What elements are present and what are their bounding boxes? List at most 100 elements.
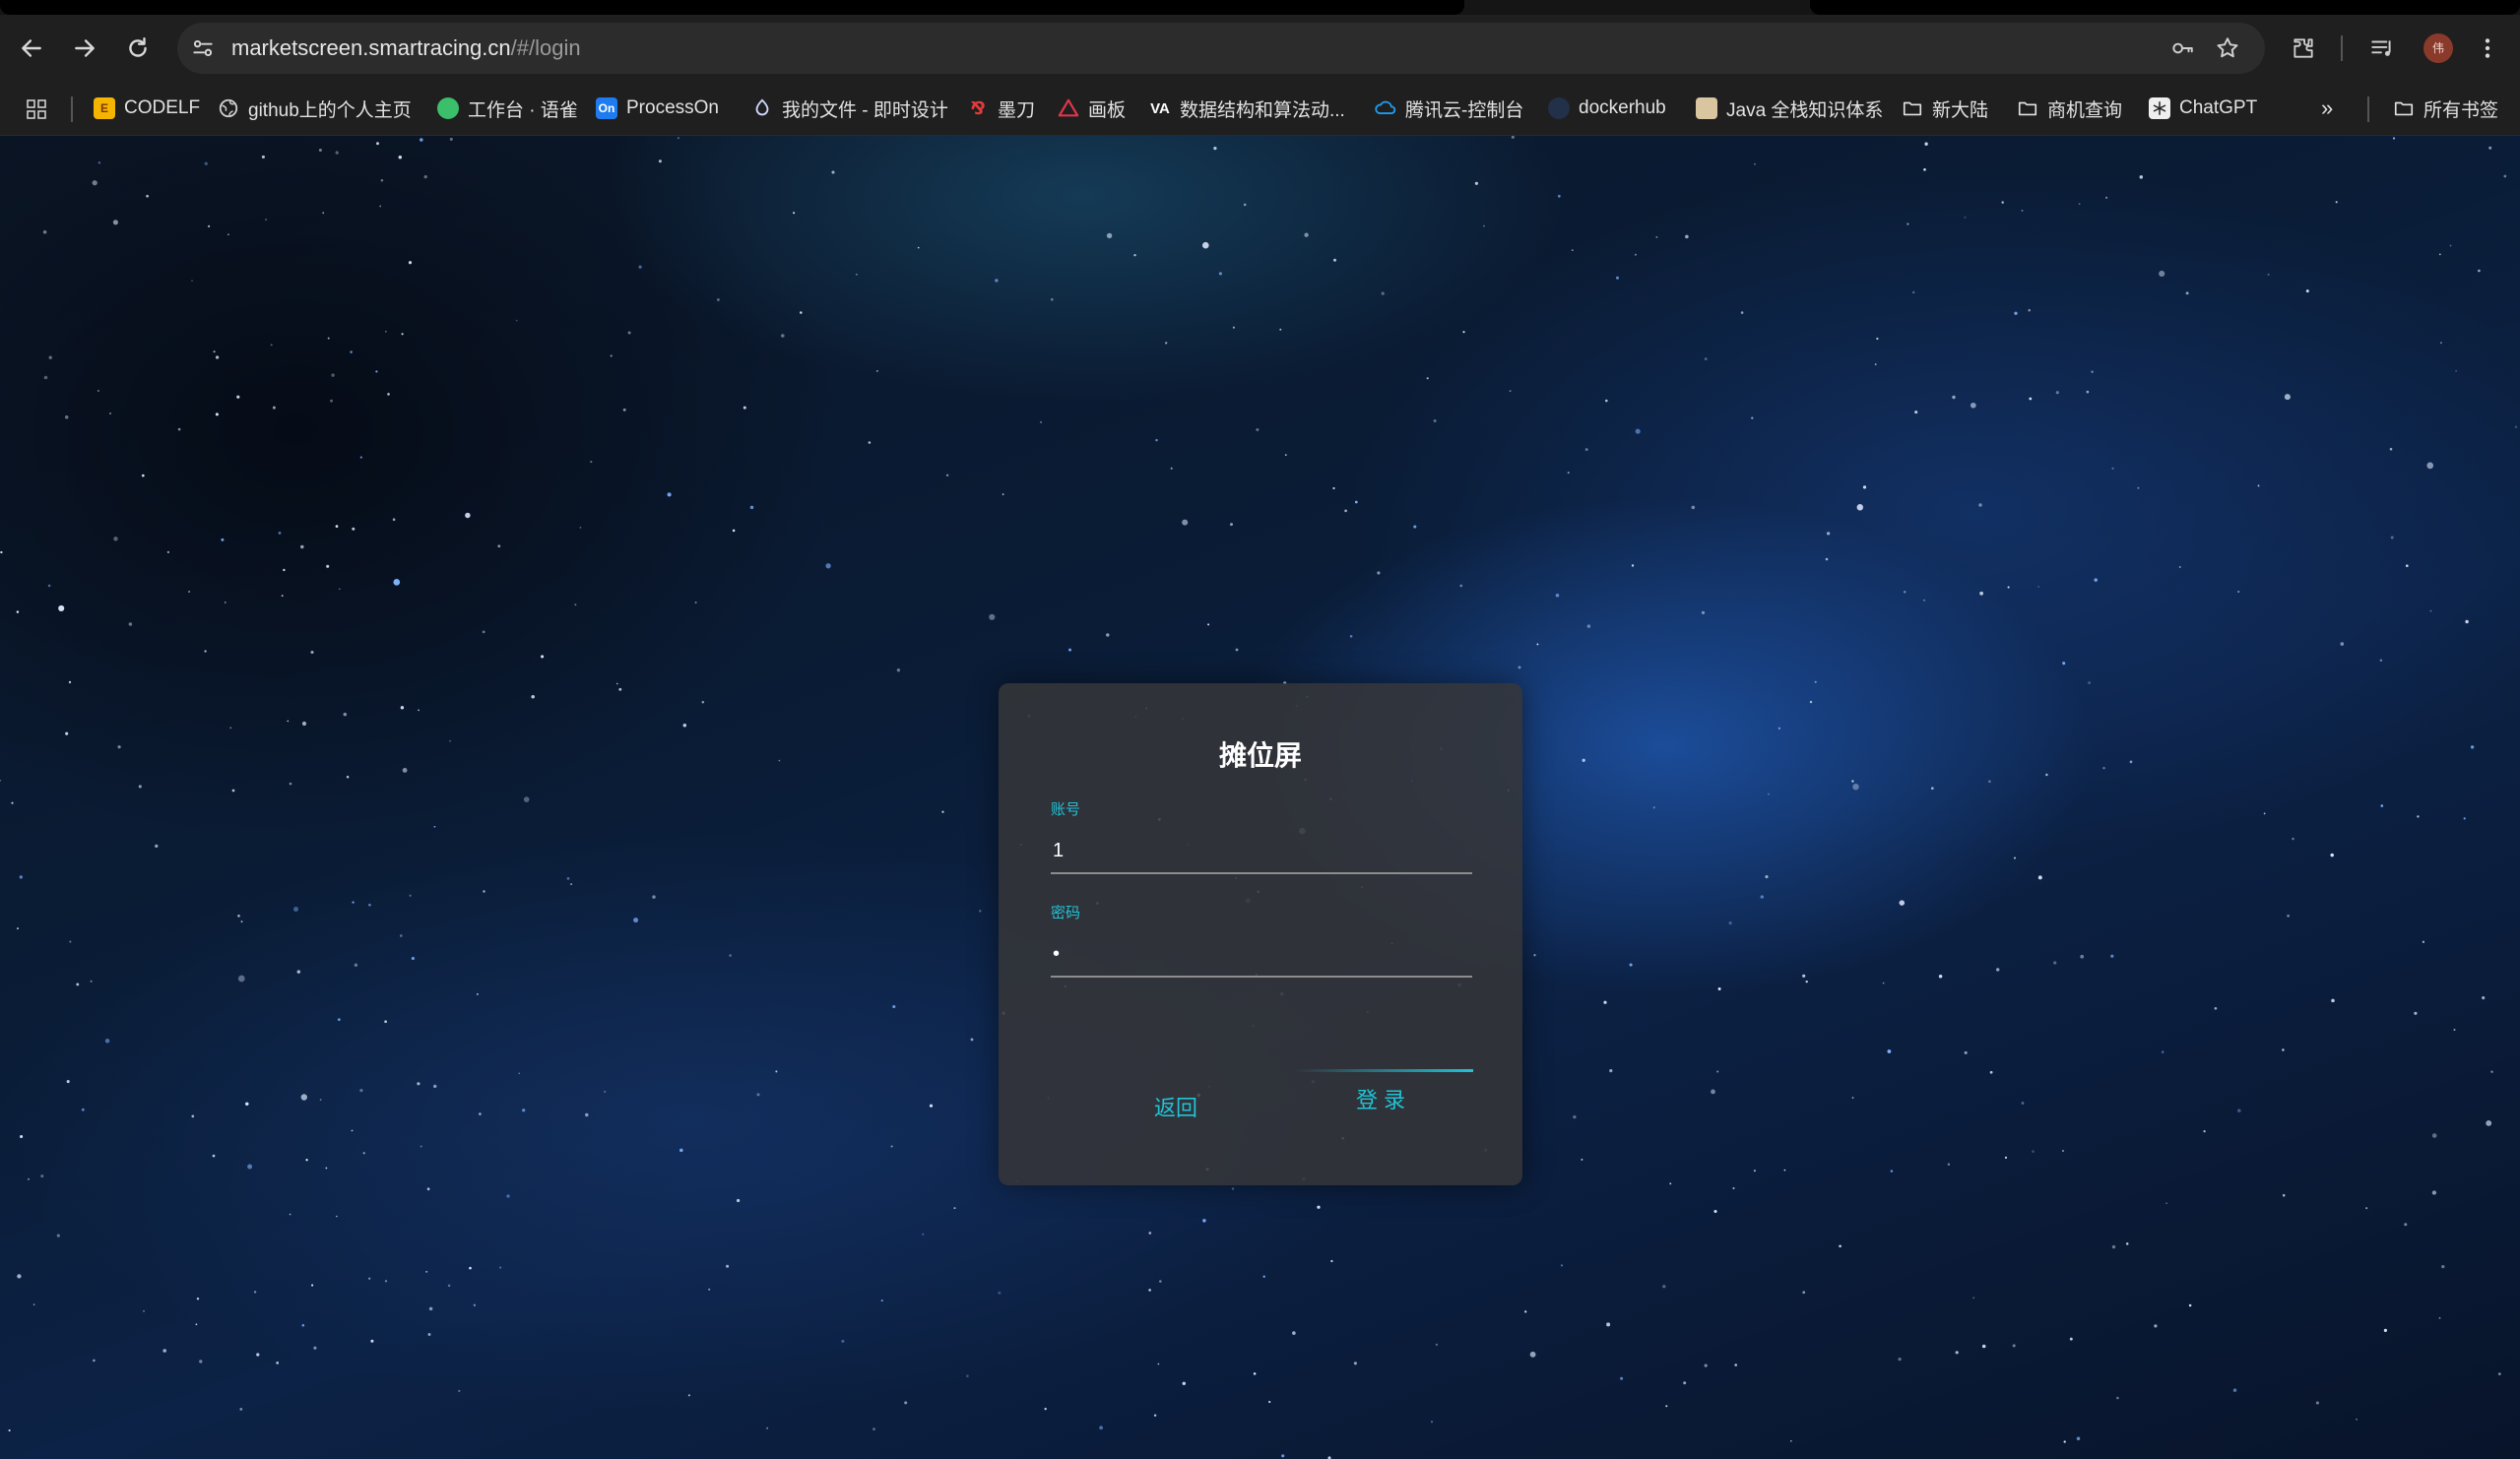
more-menu-icon[interactable] bbox=[2475, 35, 2500, 61]
star bbox=[1426, 377, 1429, 380]
bookmark-chatgpt[interactable]: ChatGPT bbox=[2149, 94, 2257, 123]
bookmark-yuque[interactable]: 工作台 · 语雀 bbox=[437, 94, 578, 123]
star bbox=[2162, 1050, 2165, 1053]
codelf-icon: E bbox=[94, 97, 115, 119]
star bbox=[1789, 1439, 1792, 1442]
star bbox=[1629, 963, 1633, 967]
star bbox=[301, 1323, 305, 1327]
bookmark-tencent-cloud[interactable]: 腾讯云-控制台 bbox=[1375, 94, 1523, 123]
star bbox=[732, 529, 736, 533]
star bbox=[2045, 773, 2048, 777]
star bbox=[2102, 767, 2105, 770]
apps-grid-icon[interactable] bbox=[25, 97, 48, 121]
media-control-icon[interactable] bbox=[2369, 35, 2395, 61]
extensions-icon[interactable] bbox=[2291, 35, 2316, 61]
star bbox=[215, 355, 220, 359]
star bbox=[2503, 174, 2507, 178]
star bbox=[1586, 624, 1591, 628]
star bbox=[2063, 1440, 2066, 1443]
bookmark-java[interactable]: Java 全栈知识体系 bbox=[1696, 94, 1883, 123]
star bbox=[1938, 974, 1943, 979]
star bbox=[922, 1233, 925, 1236]
star bbox=[2389, 447, 2393, 451]
back-button[interactable] bbox=[13, 30, 50, 67]
star bbox=[458, 1389, 461, 1392]
star bbox=[1218, 272, 1222, 276]
double-chevron-right-icon: » bbox=[2321, 95, 2334, 120]
star bbox=[1683, 1381, 1687, 1385]
reload-button[interactable] bbox=[119, 30, 157, 67]
star bbox=[966, 1374, 969, 1378]
star bbox=[1430, 1421, 1434, 1424]
star bbox=[579, 526, 582, 529]
star bbox=[1381, 291, 1385, 295]
key-icon[interactable] bbox=[2169, 35, 2195, 61]
star bbox=[1582, 758, 1585, 762]
star bbox=[729, 954, 732, 957]
star bbox=[272, 406, 276, 410]
star bbox=[1279, 328, 1282, 331]
star bbox=[1740, 311, 1744, 314]
star bbox=[1631, 564, 1635, 567]
bookmark-jishi[interactable]: 我的文件 - 即时设计 bbox=[751, 94, 948, 123]
star bbox=[2037, 875, 2042, 880]
back-button[interactable]: 返回 bbox=[1102, 1087, 1250, 1126]
bookmark-folder-shangji[interactable]: 商机查询 bbox=[2017, 94, 2122, 123]
star bbox=[2426, 462, 2434, 470]
star bbox=[432, 1084, 437, 1089]
forward-button[interactable] bbox=[66, 30, 103, 67]
star bbox=[515, 319, 518, 322]
jishi-icon bbox=[751, 97, 773, 119]
bookmark-visualgo[interactable]: VA 数据结构和算法动... bbox=[1149, 94, 1345, 123]
star bbox=[1231, 1187, 1235, 1190]
bookmark-processon[interactable]: On ProcessOn bbox=[596, 94, 719, 123]
star bbox=[1777, 727, 1781, 730]
bookmark-modao[interactable]: ⅋ 墨刀 bbox=[967, 94, 1035, 123]
star bbox=[1039, 420, 1043, 424]
star bbox=[1581, 1158, 1583, 1161]
star bbox=[2470, 745, 2475, 749]
bookmark-huaban[interactable]: 画板 bbox=[1058, 94, 1126, 123]
star bbox=[1765, 875, 1769, 879]
browser-tab[interactable] bbox=[1810, 0, 2520, 15]
star bbox=[2340, 642, 2345, 646]
star bbox=[618, 687, 622, 691]
all-bookmarks-folder[interactable]: 所有书签 bbox=[2393, 94, 2498, 123]
star bbox=[566, 877, 570, 880]
star bbox=[590, 461, 593, 464]
bookmarks-overflow-button[interactable]: » bbox=[2321, 94, 2333, 123]
star bbox=[1584, 448, 1588, 452]
star bbox=[2383, 1328, 2387, 1332]
star bbox=[311, 1284, 314, 1287]
star-icon[interactable] bbox=[2215, 35, 2240, 61]
star bbox=[408, 261, 413, 265]
browser-tab[interactable] bbox=[0, 0, 1464, 15]
star bbox=[1751, 416, 1754, 419]
login-button[interactable]: 登录 bbox=[1294, 1069, 1473, 1126]
account-input[interactable] bbox=[1051, 829, 1472, 874]
bookmark-label: 新大陆 bbox=[1932, 99, 1989, 121]
star bbox=[400, 706, 405, 710]
bookmark-label: 腾讯云-控制台 bbox=[1405, 99, 1524, 121]
star bbox=[1573, 1114, 1577, 1119]
tab-strip bbox=[0, 0, 2520, 15]
bookmark-label: ChatGPT bbox=[2179, 97, 2258, 118]
star bbox=[872, 1427, 875, 1431]
address-bar[interactable]: marketscreen.smartracing.cn/#/login bbox=[177, 23, 2265, 74]
star bbox=[384, 1280, 388, 1283]
star bbox=[941, 810, 944, 813]
bookmark-codelf[interactable]: E CODELF bbox=[94, 94, 200, 123]
star bbox=[2029, 397, 2033, 401]
star bbox=[447, 1284, 451, 1288]
url-text[interactable]: marketscreen.smartracing.cn/#/login bbox=[231, 23, 581, 74]
profile-avatar[interactable]: 伟 bbox=[2423, 33, 2453, 63]
bookmark-label: 画板 bbox=[1088, 99, 1127, 121]
password-input[interactable] bbox=[1051, 932, 1472, 978]
bookmark-github[interactable]: github上的个人主页 bbox=[218, 94, 412, 123]
star bbox=[8, 1428, 11, 1432]
star bbox=[0, 780, 2, 782]
star bbox=[1462, 331, 1465, 334]
site-info-icon[interactable] bbox=[190, 35, 216, 61]
bookmark-folder-xindalu[interactable]: 新大陆 bbox=[1902, 94, 1988, 123]
bookmark-dockerhub[interactable]: dockerhub bbox=[1548, 94, 1666, 123]
